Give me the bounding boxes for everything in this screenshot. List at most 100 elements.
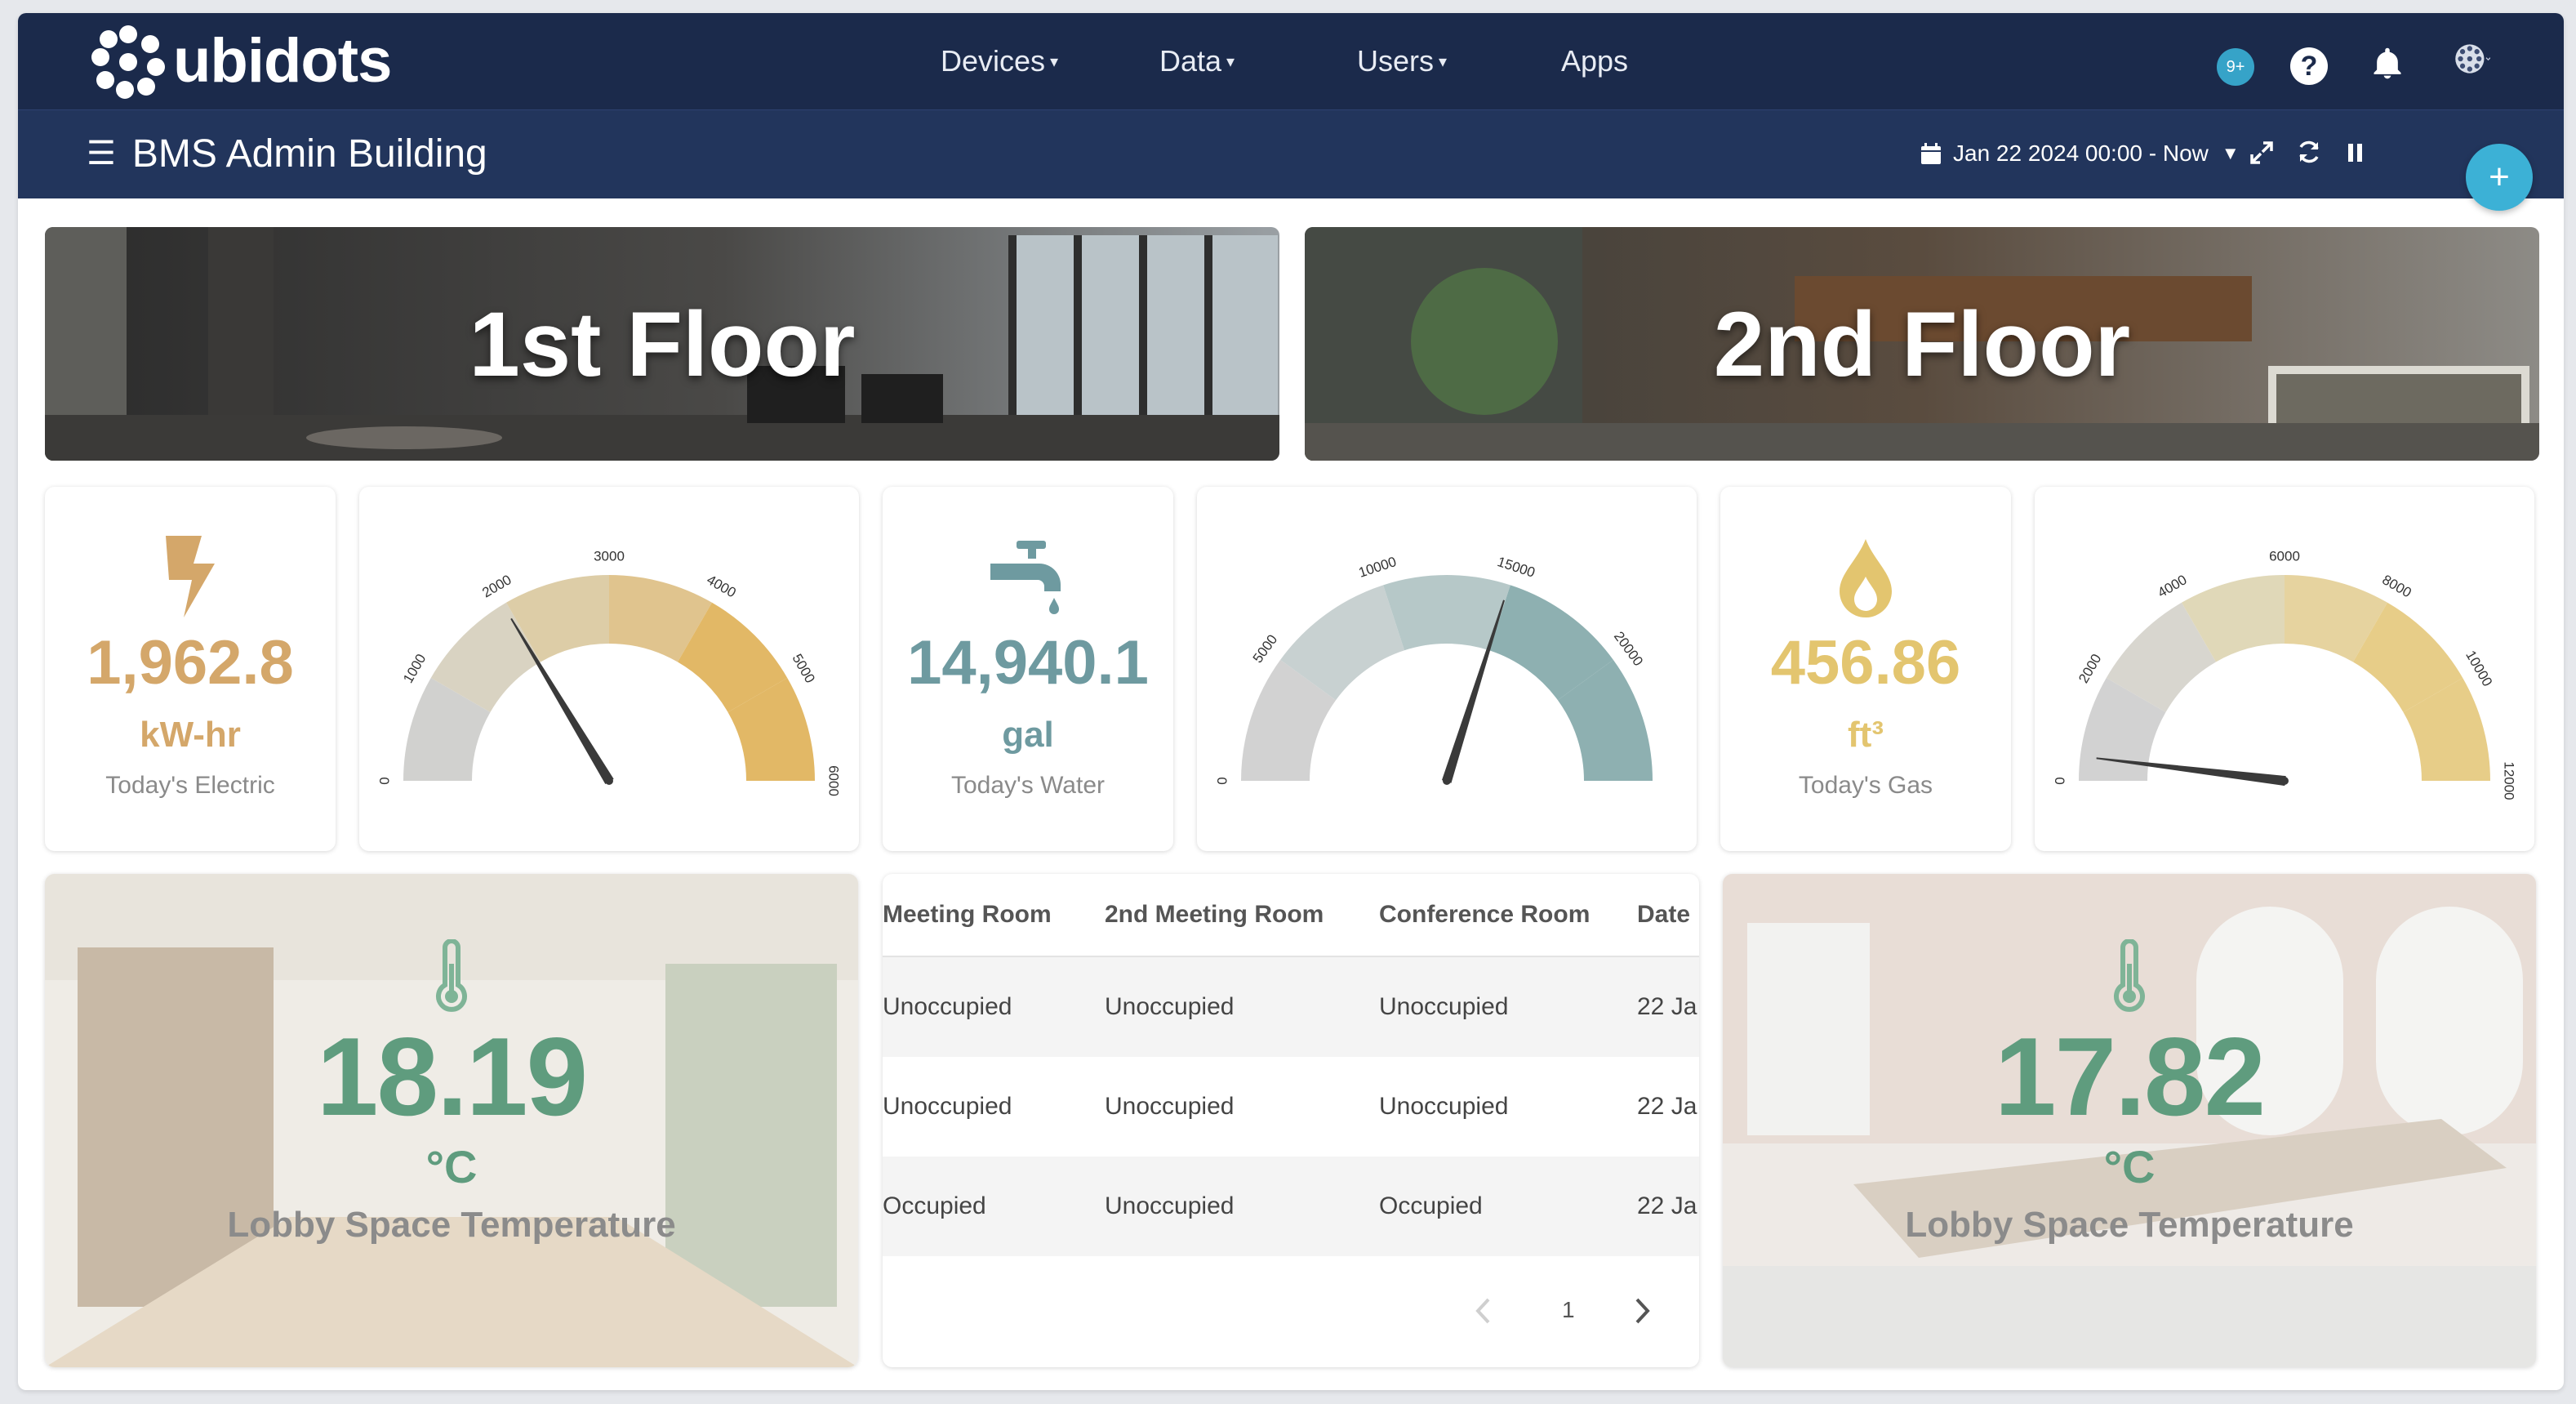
electric-gauge: 0 1000 2000 3000 4000 5000 6000 <box>376 548 842 796</box>
gas-unit: ft³ <box>1848 715 1884 755</box>
nav-users[interactable]: Users ▾ <box>1357 13 1447 109</box>
top-navbar: ubidots Devices ▾ Data ▾ Users ▾ Apps 9+ ? <box>18 13 2564 109</box>
gas-gauge-tick-label: 10000 <box>2463 648 2495 689</box>
thermometer-icon <box>436 939 467 1012</box>
electric-gauge-tick-label: 4000 <box>704 572 738 600</box>
nav-users-label: Users <box>1357 44 1435 78</box>
table-row: Occupied Unoccupied Occupied 22 Ja <box>883 1157 1699 1256</box>
column-header-conference-room[interactable]: Conference Room <box>1379 874 1637 957</box>
water-metric-card[interactable]: 14,940.1 gal Today's Water <box>883 487 1173 851</box>
water-gauge-tick-label: 10000 <box>1357 554 1399 581</box>
gas-gauge-card[interactable]: 0 2000 4000 6000 8000 10000 12000 <box>2035 487 2534 851</box>
chevron-right-icon[interactable] <box>1634 1297 1652 1325</box>
table-pagination: 1 <box>883 1286 1699 1335</box>
nav-apps-label: Apps <box>1561 44 1629 78</box>
table-cell: Occupied <box>883 1157 1105 1256</box>
gas-caption: Today's Gas <box>1798 772 1933 799</box>
column-header-meeting-room[interactable]: Meeting Room <box>883 874 1105 957</box>
electric-value: 1,962.8 <box>87 628 294 698</box>
floor-1-label: 1st Floor <box>469 292 856 395</box>
faucet-icon <box>990 541 1061 614</box>
chevron-left-icon[interactable] <box>1474 1297 1492 1325</box>
pause-icon[interactable] <box>2347 142 2365 163</box>
table-cell: 22 Ja <box>1637 1157 1699 1256</box>
lobby-temperature-card-1[interactable]: 18.19 °C Lobby Space Temperature <box>45 874 858 1367</box>
electric-gauge-tick-label: 5000 <box>789 651 817 685</box>
user-menu-icon[interactable] <box>2454 41 2490 77</box>
lobby-temperature-2-label: Lobby Space Temperature <box>1905 1205 2354 1245</box>
date-range-text: Jan 22 2024 00:00 - Now <box>1953 140 2209 166</box>
nav-devices[interactable]: Devices ▾ <box>941 13 1058 109</box>
gas-gauge-tick-label: 4000 <box>2155 572 2189 600</box>
electric-gauge-tick-label: 1000 <box>400 651 429 685</box>
dashboard-title-text: BMS Admin Building <box>131 131 487 176</box>
column-header-date[interactable]: Date <box>1637 874 1699 957</box>
table-cell: Unoccupied <box>883 956 1105 1057</box>
electric-gauge-tick-label: 2000 <box>479 572 514 600</box>
gas-gauge-needle-pivot <box>2280 777 2289 785</box>
water-gauge: 0 5000 10000 15000 20000 <box>1214 554 1653 785</box>
water-gauge-tick-label: 0 <box>1214 777 1230 784</box>
water-gauge-card[interactable]: 0 5000 10000 15000 20000 <box>1197 487 1697 851</box>
lobby-temperature-1-value: 18.19 <box>316 1014 588 1139</box>
column-header-2nd-meeting-room[interactable]: 2nd Meeting Room <box>1105 874 1379 957</box>
water-gauge-tick-label: 5000 <box>1250 631 1281 666</box>
table-cell: Unoccupied <box>883 1093 1012 1120</box>
logo-dots-icon <box>91 24 165 99</box>
water-caption: Today's Water <box>950 772 1105 799</box>
water-unit: gal <box>1002 715 1054 755</box>
water-value: 14,940.1 <box>907 628 1149 698</box>
dashboard-title[interactable]: ☰ BMS Admin Building <box>87 109 487 198</box>
add-widget-button[interactable]: + <box>2466 144 2533 211</box>
floor-1-banner[interactable]: 1st Floor <box>45 227 1279 461</box>
table-row: Unoccupied Unoccupied Unoccupied 22 Ja <box>883 956 1699 1057</box>
electric-caption: Today's Electric <box>105 772 275 799</box>
brand-name: ubidots <box>173 25 392 96</box>
refresh-icon[interactable] <box>2296 139 2322 165</box>
table-cell: Unoccupied <box>1379 956 1637 1057</box>
gas-gauge-tick-label: 0 <box>2052 777 2067 784</box>
water-gauge-tick-label: 15000 <box>1496 554 1537 581</box>
chevron-down-icon: ▾ <box>1439 52 1448 71</box>
lobby-temperature-2-value: 17.82 <box>1994 1014 2266 1139</box>
ubidots-logo[interactable]: ubidots <box>91 21 392 100</box>
nav-data-label: Data <box>1159 44 1222 78</box>
calendar-icon <box>1921 143 1941 164</box>
table-cell: 22 Ja <box>1637 1093 1697 1120</box>
gas-value: 456.86 <box>1770 628 1961 698</box>
lobby-temperature-2: 17.82 °C Lobby Space Temperature <box>1723 874 2536 1367</box>
room-occupancy-table-card: Meeting Room 2nd Meeting Room Conference… <box>883 874 1699 1367</box>
table-header-row: Meeting Room 2nd Meeting Room Conference… <box>883 874 1699 957</box>
fullscreen-icon[interactable] <box>2249 140 2274 165</box>
floor-2-label: 2nd Floor <box>1713 292 2131 395</box>
gas-gauge-tick-label: 12000 <box>2502 761 2517 800</box>
water-gauge-needle-pivot <box>1443 777 1451 785</box>
electric-metric-card[interactable]: 1,962.8 kW-hr Today's Electric <box>45 487 336 851</box>
notifications-count-badge[interactable]: 9+ <box>2217 48 2254 86</box>
floor-2-banner[interactable]: 2nd Floor <box>1305 227 2539 461</box>
nav-apps[interactable]: Apps <box>1561 13 1628 109</box>
current-page-number[interactable]: 1 <box>1562 1297 1575 1323</box>
table-cell: Unoccupied <box>1105 1093 1235 1120</box>
lobby-temperature-1-label: Lobby Space Temperature <box>227 1205 676 1245</box>
table-cell: 22 Ja <box>1637 956 1699 1057</box>
table-row: Unoccupied Unoccupied Unoccupied 22 Ja <box>883 1057 1699 1157</box>
gas-metric-card[interactable]: 456.86 ft³ Today's Gas <box>1720 487 2011 851</box>
lightning-icon <box>166 536 215 617</box>
table-cell: Unoccupied <box>1105 956 1379 1057</box>
app-window: ubidots Devices ▾ Data ▾ Users ▾ Apps 9+ ? <box>18 13 2564 1390</box>
bell-icon[interactable] <box>2369 46 2405 82</box>
lobby-temperature-1: 18.19 °C Lobby Space Temperature <box>45 874 858 1367</box>
date-range-picker[interactable]: Jan 22 2024 00:00 - Now ▼ <box>1920 109 2240 198</box>
hamburger-menu-icon[interactable]: ☰ <box>87 135 116 172</box>
flame-drop-icon <box>1840 539 1892 617</box>
room-occupancy-table: Meeting Room 2nd Meeting Room Conference… <box>883 874 1699 1256</box>
electric-unit: kW-hr <box>140 715 241 755</box>
nav-data[interactable]: Data ▾ <box>1159 13 1235 109</box>
electric-gauge-tick-label: 6000 <box>826 765 842 796</box>
thermometer-icon <box>2114 939 2145 1012</box>
table-cell: Unoccupied <box>1105 1157 1379 1256</box>
lobby-temperature-card-2[interactable]: 17.82 °C Lobby Space Temperature <box>1723 874 2536 1367</box>
electric-gauge-card[interactable]: 0 1000 2000 3000 4000 5000 6000 <box>359 487 859 851</box>
help-icon[interactable]: ? <box>2290 47 2328 85</box>
